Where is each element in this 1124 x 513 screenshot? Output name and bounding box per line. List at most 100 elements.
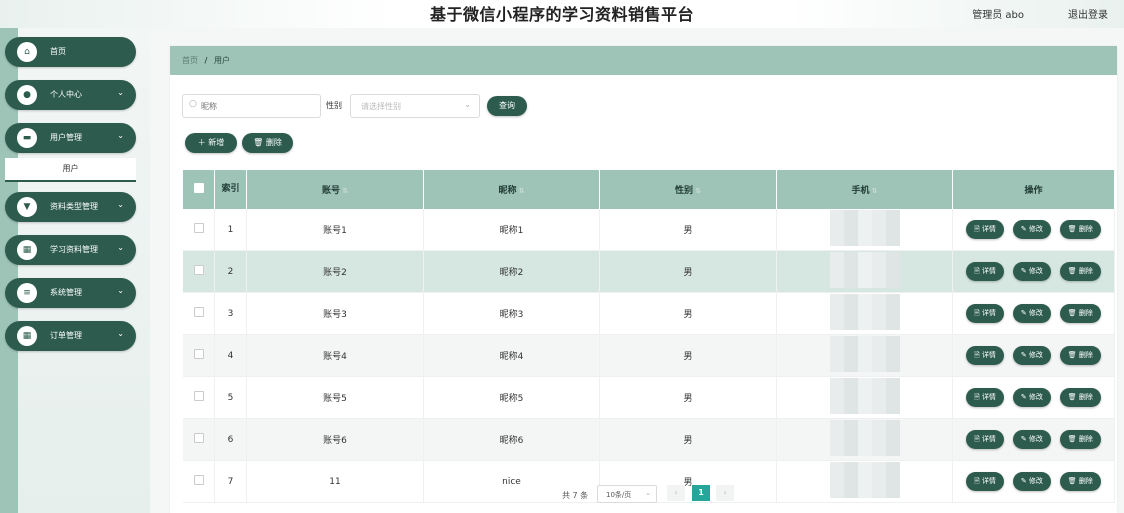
edit-button[interactable]: ✎ 修改	[1012, 220, 1051, 239]
detail-button[interactable]: 🗎 详情	[966, 472, 1004, 491]
detail-label: 详情	[981, 435, 996, 443]
plus-icon: ＋	[197, 138, 206, 147]
query-button[interactable]: 查询	[487, 96, 527, 116]
add-button[interactable]: ＋ 新增	[185, 133, 237, 153]
row-checkbox[interactable]	[193, 265, 204, 275]
detail-label: 详情	[981, 225, 996, 233]
logout-link[interactable]: 退出登录	[1068, 6, 1108, 21]
top-bar: 基于微信小程序的学习资料销售平台 管理员 abo 退出登录	[0, 0, 1124, 28]
gender-select[interactable]: 请选择性别 ⌄	[350, 94, 480, 118]
breadcrumb-current: 用户	[214, 56, 231, 65]
delete-button[interactable]: 🗑 删除	[1059, 346, 1101, 365]
delete-button[interactable]: 🗑 删除	[1059, 472, 1101, 491]
cell-gender: 男	[599, 418, 777, 461]
sidebar-item-label: 学习资料管理	[50, 245, 98, 254]
edit-button[interactable]: ✎ 修改	[1012, 304, 1051, 323]
sidebar-item-user-management[interactable]: ▬ 用户管理 ⌄	[5, 123, 136, 153]
users-icon: ▬	[17, 128, 37, 148]
detail-label: 详情	[981, 309, 996, 317]
home-icon: ⌂	[17, 42, 37, 62]
tag-icon: ▼	[17, 197, 37, 217]
app-title: 基于微信小程序的学习资料销售平台	[429, 5, 694, 24]
sidebar-item-personal-center[interactable]: ● 个人中心 ⌄	[5, 80, 136, 110]
detail-label: 详情	[981, 393, 996, 401]
row-checkbox[interactable]	[193, 349, 204, 359]
cell-account: 账号6	[246, 418, 424, 461]
delete-button[interactable]: 🗑 删除	[1059, 220, 1101, 239]
nickname-search-field[interactable]: ○	[182, 94, 321, 118]
select-all-cell	[183, 170, 215, 209]
column-header-operations: 操作	[952, 170, 1115, 209]
chevron-down-icon: ⌄	[117, 200, 124, 209]
edit-button[interactable]: ✎ 修改	[1012, 346, 1051, 365]
delete-button[interactable]: 🗑 删除	[1059, 430, 1101, 449]
cell-operations: 🗎 详情 ✎ 修改 🗑 删除	[952, 334, 1115, 377]
batch-delete-button[interactable]: 🗑 删除	[242, 133, 293, 153]
detail-button[interactable]: 🗎 详情	[966, 304, 1004, 323]
cell-operations: 🗎 详情 ✎ 修改 🗑 删除	[952, 250, 1115, 293]
edit-button[interactable]: ✎ 修改	[1012, 472, 1051, 491]
detail-button[interactable]: 🗎 详情	[966, 262, 1004, 281]
column-header-account[interactable]: 账号 ⇅	[246, 170, 424, 209]
table-header-row: 索引 账号 ⇅ 昵称 ⇅ 性别 ⇅ 手机 ⇅ 操作	[183, 170, 1115, 209]
prev-page-button[interactable]: ‹	[667, 485, 685, 501]
cell-index: 6	[214, 418, 247, 461]
sidebar-item-home[interactable]: ⌂ 首页	[5, 37, 136, 67]
edit-label: 修改	[1028, 267, 1043, 275]
row-checkbox[interactable]	[193, 307, 204, 317]
chevron-down-icon: ⌄	[117, 329, 124, 338]
cell-account: 11	[246, 460, 424, 503]
cell-nickname: 昵称4	[423, 334, 600, 377]
cell-nickname: 昵称3	[423, 292, 600, 335]
next-page-button[interactable]: ›	[716, 485, 734, 501]
sidebar-item-label: 用户管理	[50, 133, 82, 142]
cell-nickname: 昵称5	[423, 376, 600, 419]
sidebar-subitem-users[interactable]: 用户	[5, 158, 136, 182]
detail-label: 详情	[981, 351, 996, 359]
row-select-cell	[183, 418, 215, 461]
column-header-phone[interactable]: 手机 ⇅	[776, 170, 953, 209]
row-checkbox[interactable]	[193, 391, 204, 401]
page-button-current[interactable]: 1	[692, 485, 710, 501]
delete-button[interactable]: 🗑 删除	[1059, 388, 1101, 407]
column-header-nickname[interactable]: 昵称 ⇅	[423, 170, 600, 209]
edit-button[interactable]: ✎ 修改	[1012, 430, 1051, 449]
row-checkbox[interactable]	[193, 475, 204, 485]
delete-button[interactable]: 🗑 删除	[1059, 262, 1101, 281]
row-select-cell	[183, 460, 215, 503]
delete-button[interactable]: 🗑 删除	[1059, 304, 1101, 323]
detail-button[interactable]: 🗎 详情	[966, 346, 1004, 365]
row-checkbox[interactable]	[193, 433, 204, 443]
edit-button[interactable]: ✎ 修改	[1012, 262, 1051, 281]
breadcrumb-home[interactable]: 首页	[182, 56, 198, 65]
sidebar-item-learning-material-management[interactable]: ▦ 学习资料管理 ⌄	[5, 235, 136, 265]
column-header-gender[interactable]: 性别 ⇅	[599, 170, 777, 209]
chevron-down-icon: ⌄	[464, 100, 471, 109]
admin-label: 管理员 abo	[972, 10, 1024, 21]
cell-gender: 男	[599, 209, 777, 251]
detail-button[interactable]: 🗎 详情	[966, 220, 1004, 239]
row-checkbox[interactable]	[193, 223, 204, 233]
row-select-cell	[183, 292, 215, 335]
sidebar-item-system-management[interactable]: ≡ 系统管理 ⌄	[5, 278, 136, 308]
select-all-checkbox[interactable]	[193, 183, 204, 193]
edit-button[interactable]: ✎ 修改	[1012, 388, 1051, 407]
column-header-label: 手机	[851, 186, 870, 196]
sidebar-item-label: 首页	[50, 47, 66, 56]
table-row: 3 账号3 昵称3 男 🗎 详情 ✎ 修改 🗑 删除	[183, 292, 1115, 335]
cell-gender: 男	[599, 250, 777, 293]
detail-button[interactable]: 🗎 详情	[966, 388, 1004, 407]
chevron-down-icon: ⌄	[645, 489, 651, 497]
sidebar-item-order-management[interactable]: ▦ 订单管理 ⌄	[5, 321, 136, 351]
sidebar-item-material-type-management[interactable]: ▼ 资料类型管理 ⌄	[5, 192, 136, 222]
detail-button[interactable]: 🗎 详情	[966, 430, 1004, 449]
row-select-cell	[183, 209, 215, 251]
phone-redacted-image	[829, 378, 900, 414]
delete-label: 删除	[1078, 477, 1093, 485]
chevron-down-icon: ⌄	[117, 88, 124, 97]
gender-label: 性别	[326, 101, 342, 110]
nickname-search-input[interactable]	[199, 97, 313, 115]
cell-gender: 男	[599, 292, 777, 335]
page-size-select[interactable]: 10条/页 ⌄	[597, 485, 657, 503]
sidebar: ⌂ 首页 ● 个人中心 ⌄ ▬ 用户管理 ⌄ 用户 ▼ 资料类型管理 ⌄ ▦ 学…	[0, 28, 150, 513]
